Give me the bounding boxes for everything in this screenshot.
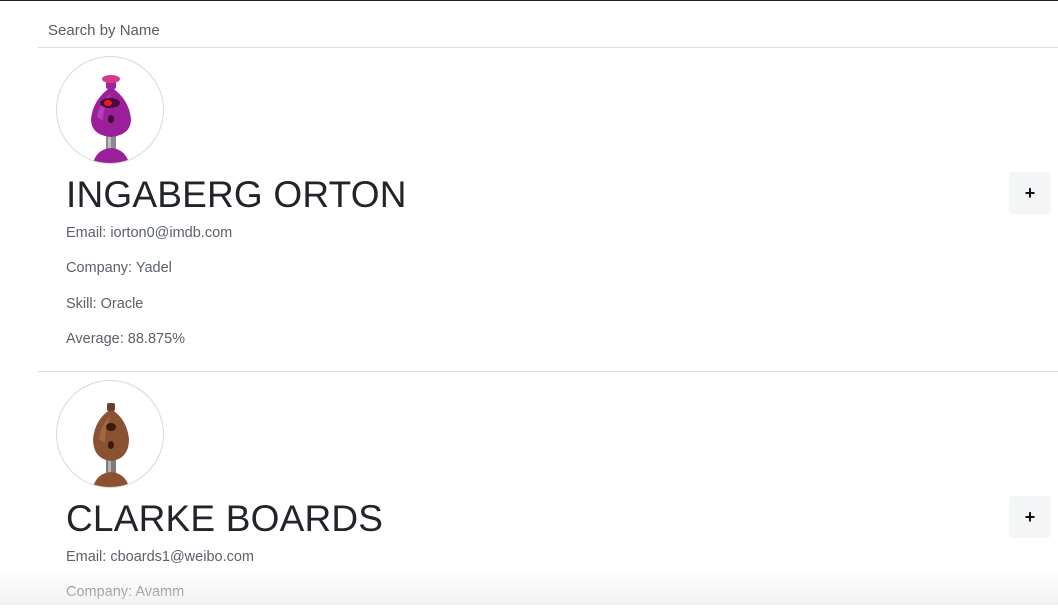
student-avatar — [56, 56, 164, 164]
brown-robot-icon — [93, 403, 129, 487]
student-name: CLARKE BOARDS — [66, 498, 384, 539]
student-card: CLARKE BOARDS Email: cboards1@weibo.com … — [38, 372, 1058, 612]
student-name: INGABERG ORTON — [66, 174, 407, 215]
student-email: Email: iorton0@imdb.com — [66, 225, 233, 241]
search-bar — [38, 1, 1058, 48]
expand-button[interactable]: + — [1009, 496, 1051, 538]
student-email: Email: cboards1@weibo.com — [66, 549, 254, 565]
search-input[interactable] — [38, 15, 1038, 45]
student-card: INGABERG ORTON Email: iorton0@imdb.com C… — [38, 48, 1058, 372]
student-company: Company: Yadel — [66, 260, 172, 276]
student-company: Company: Avamm — [66, 584, 185, 600]
student-average: Average: 88.875% — [66, 331, 186, 347]
student-avatar — [56, 380, 164, 488]
purple-robot-icon — [91, 75, 131, 163]
student-skill: Skill: Oracle — [66, 296, 144, 312]
expand-button[interactable]: + — [1009, 172, 1051, 214]
